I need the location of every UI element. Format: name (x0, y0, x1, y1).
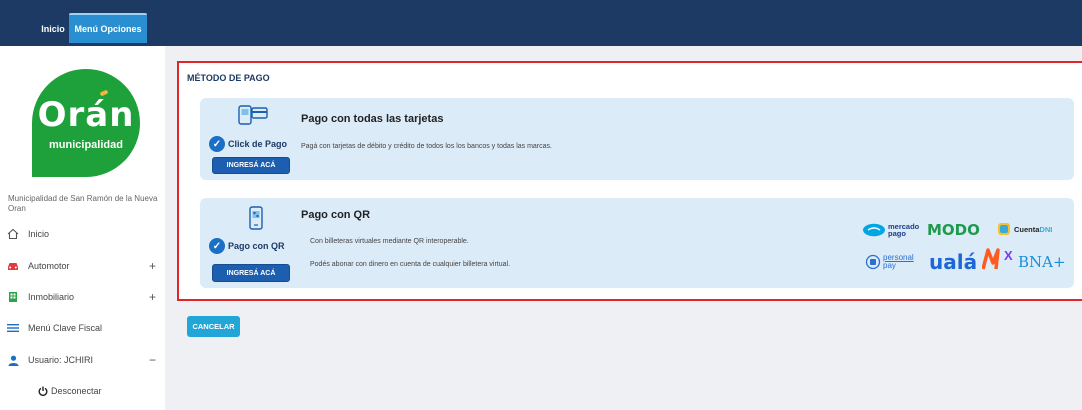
power-icon (38, 386, 48, 396)
mercadopago-logo: mercado pago (862, 223, 919, 237)
menu-icon (6, 321, 20, 335)
tab-inicio[interactable]: Inicio (38, 14, 68, 44)
pago-con-qr-badge: ✓ Pago con QR (209, 238, 285, 254)
card2-description-1: Con billeteras virtuales mediante QR int… (310, 238, 469, 245)
car-icon (6, 259, 20, 273)
sidebar-item-usuario[interactable]: Usuario: JCHIRI − (6, 350, 158, 370)
click-de-pago-badge: ✓ Click de Pago (209, 136, 287, 152)
oran-logo: Orán municipalidad (32, 69, 140, 177)
ingresa-aca-button-qr[interactable]: INGRESÁ ACÁ (212, 264, 290, 282)
card1-description: Pagá con tarjetas de débito y crédito de… (301, 143, 552, 150)
section-title: MÉTODO DE PAGO (187, 73, 270, 83)
card2-description-2: Podés abonar con dinero en cuenta de cua… (310, 261, 511, 268)
uala-logo: ualá (929, 250, 978, 274)
municipality-name: Municipalidad de San Ramón de la Nueva O… (8, 194, 158, 213)
check-icon: ✓ (209, 136, 225, 152)
disconnect-label: Desconectar (51, 386, 102, 396)
logo-title: Orán (37, 95, 135, 135)
card-payment-icon (238, 105, 268, 130)
sidebar-item-clave-fiscal[interactable]: Menú Clave Fiscal (6, 318, 158, 338)
sidebar-item-inmobiliario[interactable]: Inmobiliario + (6, 287, 158, 307)
personalpay-line2: pay (883, 261, 896, 270)
ingresa-aca-button-tarjetas[interactable]: INGRESÁ ACÁ (212, 157, 290, 174)
user-icon (6, 353, 20, 367)
building-icon (6, 290, 20, 304)
cancel-button[interactable]: CANCELAR (187, 316, 240, 337)
sidebar: Orán municipalidad Municipalidad de San … (0, 46, 165, 410)
card-pago-tarjetas: Pago con todas las tarjetas ✓ Click de P… (200, 98, 1074, 180)
sidebar-item-label: Automotor (28, 261, 70, 271)
expand-icon[interactable]: + (149, 290, 156, 304)
card2-title: Pago con QR (301, 209, 371, 221)
card1-title: Pago con todas las tarjetas (301, 113, 444, 125)
collapse-icon[interactable]: − (149, 353, 156, 367)
sidebar-item-automotor[interactable]: Automotor + (6, 256, 158, 276)
badge-label: Click de Pago (228, 139, 288, 149)
home-icon (6, 227, 20, 241)
qr-phone-icon (249, 206, 263, 235)
sidebar-item-inicio[interactable]: Inicio (6, 224, 158, 244)
mercadopago-line2: pago (888, 229, 906, 238)
logo-subtitle: municipalidad (49, 139, 123, 151)
cuentadni-logo: Cuenta DNI (997, 222, 1052, 236)
naranjax-x: X (1004, 248, 1013, 263)
cuentadni-b: DNI (1039, 224, 1053, 234)
payment-method-panel: MÉTODO DE PAGO Pago con todas las tarjet… (177, 61, 1082, 301)
modo-logo: MODO (927, 221, 980, 239)
check-icon: ✓ (209, 238, 225, 254)
naranjax-logo: X (982, 248, 1013, 270)
disconnect-link[interactable]: Desconectar (38, 386, 102, 396)
sidebar-item-label: Inmobiliario (28, 292, 75, 302)
sidebar-item-label: Inicio (28, 229, 50, 239)
bna-plus-logo: BNA+ (1018, 253, 1066, 271)
sidebar-item-label: Usuario: JCHIRI (28, 355, 94, 365)
tab-menu-opciones[interactable]: Menú Opciones (69, 13, 147, 43)
card-pago-qr: Pago con QR ✓ Pago con QR Con billeteras… (200, 198, 1074, 288)
cuentadni-a: Cuenta (1014, 224, 1040, 234)
top-navbar: Inicio Menú Opciones (0, 0, 1082, 46)
personalpay-logo: personal pay (865, 254, 914, 270)
badge-label: Pago con QR (228, 241, 285, 251)
expand-icon[interactable]: + (149, 259, 156, 273)
sidebar-item-label: Menú Clave Fiscal (28, 323, 103, 333)
